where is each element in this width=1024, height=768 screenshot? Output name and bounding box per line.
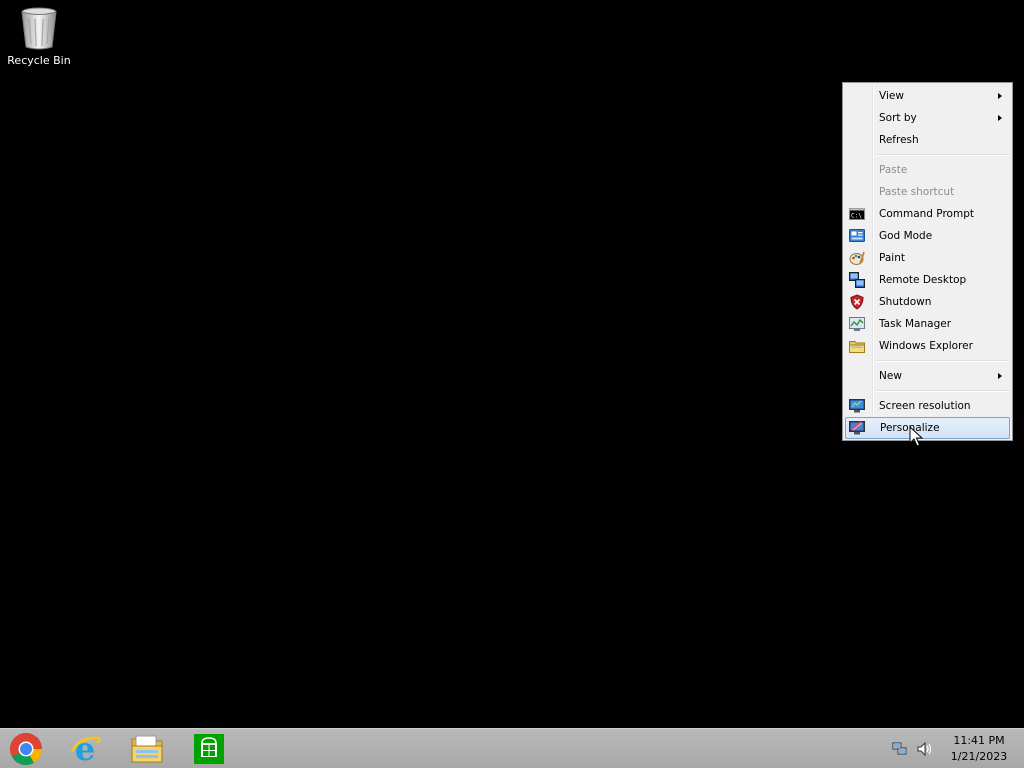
menu-item-label: Command Prompt bbox=[879, 208, 974, 220]
menu-item-label: Remote Desktop bbox=[879, 274, 967, 286]
menu-item-task-manager[interactable]: Task Manager bbox=[845, 313, 1010, 335]
personalize-icon bbox=[849, 421, 865, 435]
clock-time: 11:41 PM bbox=[953, 734, 1005, 747]
menu-item-new[interactable]: New bbox=[845, 365, 1010, 387]
volume-icon[interactable] bbox=[917, 741, 933, 757]
menu-item-label: Task Manager bbox=[879, 318, 952, 330]
file-explorer-icon bbox=[131, 735, 163, 763]
menu-item-label: Sort by bbox=[879, 112, 917, 124]
svg-text:C:\: C:\ bbox=[851, 213, 862, 220]
screen-resolution-icon bbox=[849, 399, 865, 413]
recycle-bin-icon bbox=[21, 7, 57, 50]
submenu-arrow-icon bbox=[998, 93, 1002, 99]
taskbar-internet-explorer-button[interactable]: e bbox=[67, 732, 103, 766]
menu-item-label: God Mode bbox=[879, 230, 933, 242]
menu-item-label: Refresh bbox=[879, 134, 919, 146]
internet-explorer-icon: e bbox=[70, 732, 101, 766]
network-icon[interactable] bbox=[892, 741, 908, 757]
menu-item-screen-resolution[interactable]: Screen resolution bbox=[845, 395, 1010, 417]
taskbar-chrome-button[interactable] bbox=[8, 732, 44, 766]
menu-item-label: Shutdown bbox=[879, 296, 932, 308]
store-icon bbox=[194, 734, 224, 764]
menu-item-personalize[interactable]: Personalize bbox=[845, 417, 1010, 439]
submenu-arrow-icon bbox=[998, 373, 1002, 379]
menu-item-label: Windows Explorer bbox=[879, 340, 973, 352]
menu-item-refresh[interactable]: Refresh bbox=[845, 129, 1010, 151]
god-mode-icon bbox=[849, 229, 865, 242]
menu-item-paste: Paste bbox=[845, 159, 1010, 181]
mouse-cursor-icon bbox=[909, 426, 923, 447]
menu-separator bbox=[875, 154, 1010, 156]
task-manager-icon bbox=[849, 317, 865, 331]
recycle-bin-desktop-icon[interactable]: Recycle Bin bbox=[4, 6, 74, 76]
menu-separator bbox=[875, 390, 1010, 392]
paint-icon bbox=[849, 251, 865, 265]
desktop-context-menu: View Sort by Refresh Paste Paste shortcu… bbox=[842, 82, 1013, 441]
menu-separator bbox=[875, 360, 1010, 362]
menu-item-paste-shortcut: Paste shortcut bbox=[845, 181, 1010, 203]
menu-item-label: Paste bbox=[879, 164, 908, 176]
chrome-icon bbox=[10, 733, 43, 766]
clock-date: 1/21/2023 bbox=[950, 750, 1008, 763]
taskbar-store-button[interactable] bbox=[191, 732, 227, 766]
menu-item-shutdown[interactable]: Shutdown bbox=[845, 291, 1010, 313]
remote-desktop-icon bbox=[849, 272, 865, 288]
taskbar-file-explorer-button[interactable] bbox=[129, 732, 165, 766]
taskbar: e 11:41 PM 1/21/2023 bbox=[0, 728, 1024, 768]
recycle-bin-label: Recycle Bin bbox=[7, 54, 71, 67]
menu-item-view[interactable]: View bbox=[845, 85, 1010, 107]
folder-icon bbox=[849, 341, 865, 353]
menu-item-sort-by[interactable]: Sort by bbox=[845, 107, 1010, 129]
menu-item-windows-explorer[interactable]: Windows Explorer bbox=[845, 335, 1010, 357]
menu-item-paint[interactable]: Paint bbox=[845, 247, 1010, 269]
menu-item-label: Paste shortcut bbox=[879, 186, 955, 198]
menu-item-label: View bbox=[879, 90, 904, 102]
menu-item-label: New bbox=[879, 370, 902, 382]
menu-item-label: Screen resolution bbox=[879, 400, 971, 412]
menu-item-remote-desktop[interactable]: Remote Desktop bbox=[845, 269, 1010, 291]
shutdown-shield-icon bbox=[850, 294, 864, 310]
taskbar-clock[interactable]: 11:41 PM 1/21/2023 bbox=[944, 733, 1014, 765]
command-prompt-icon: C:\ bbox=[849, 208, 865, 220]
menu-item-label: Paint bbox=[879, 252, 905, 264]
menu-item-god-mode[interactable]: God Mode bbox=[845, 225, 1010, 247]
menu-item-command-prompt[interactable]: C:\ Command Prompt bbox=[845, 203, 1010, 225]
submenu-arrow-icon bbox=[998, 115, 1002, 121]
